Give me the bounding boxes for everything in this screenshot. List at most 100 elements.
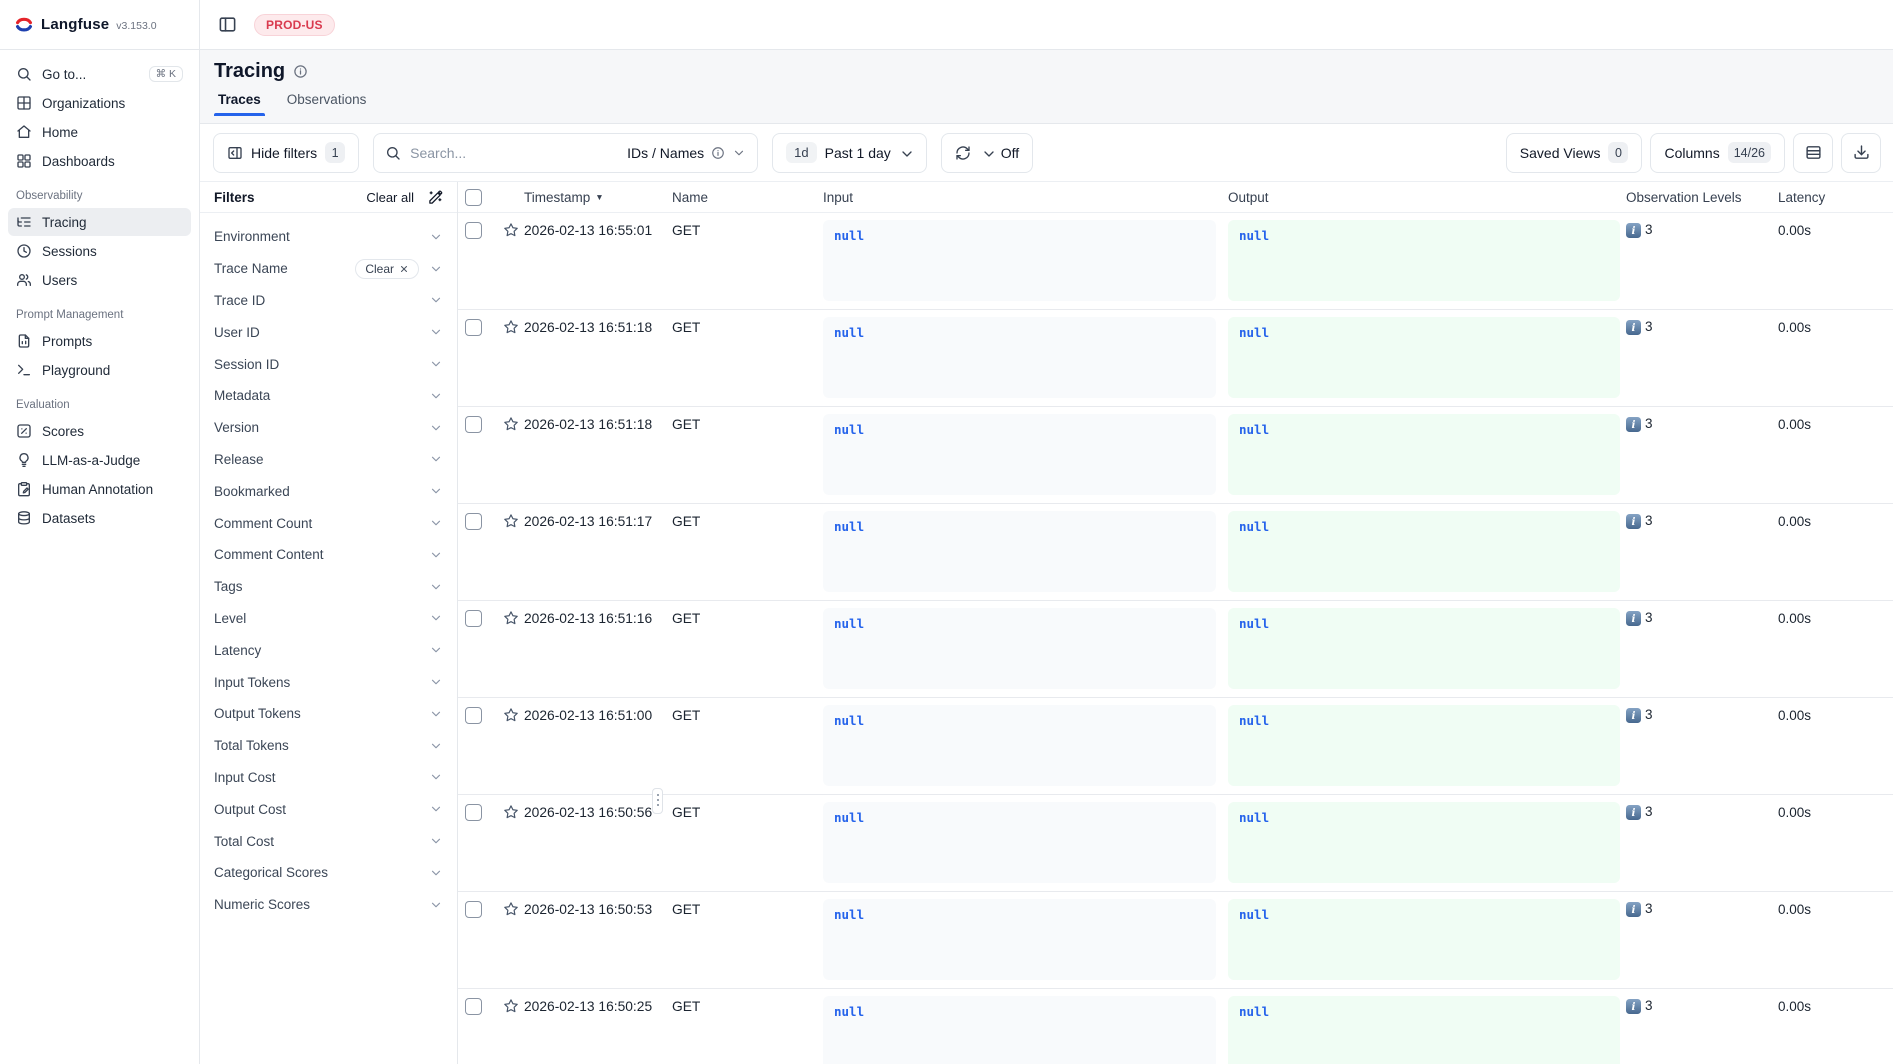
trace-input-cell[interactable]: null	[823, 899, 1216, 980]
filter-item-level[interactable]: Level	[214, 603, 443, 635]
table-row[interactable]: 2026-02-13 16:55:01 GET null null i 3 0.…	[458, 213, 1893, 310]
filter-item-tags[interactable]: Tags	[214, 571, 443, 603]
table-row[interactable]: 2026-02-13 16:51:00 GET null null i 3 0.…	[458, 698, 1893, 795]
bookmark-star-icon[interactable]	[503, 319, 519, 335]
refresh-button[interactable]: Off	[941, 133, 1033, 173]
trace-input-cell[interactable]: null	[823, 220, 1216, 301]
column-header-input[interactable]: Input	[816, 190, 1222, 205]
filter-item-categorical-scores[interactable]: Categorical Scores	[214, 857, 443, 889]
select-all-checkbox[interactable]	[465, 189, 482, 206]
hide-filters-button[interactable]: Hide filters 1	[213, 133, 359, 173]
trace-input-cell[interactable]: null	[823, 705, 1216, 786]
table-row[interactable]: 2026-02-13 16:50:56 GET null null i 3 0.…	[458, 795, 1893, 892]
bookmark-star-icon[interactable]	[503, 998, 519, 1014]
column-header-output[interactable]: Output	[1222, 190, 1626, 205]
bookmark-star-icon[interactable]	[503, 610, 519, 626]
filter-item-bookmarked[interactable]: Bookmarked	[214, 475, 443, 507]
trace-output-cell[interactable]: null	[1228, 220, 1620, 301]
filter-item-comment-content[interactable]: Comment Content	[214, 539, 443, 571]
trace-input-cell[interactable]: null	[823, 802, 1216, 883]
sidebar-item-llm-as-a-judge[interactable]: LLM-as-a-Judge	[8, 446, 191, 474]
table-row[interactable]: 2026-02-13 16:50:53 GET null null i 3 0.…	[458, 892, 1893, 989]
sidebar-toggle-button[interactable]	[214, 12, 240, 38]
filter-item-metadata[interactable]: Metadata	[214, 380, 443, 412]
wand-icon[interactable]	[428, 190, 443, 205]
trace-output-cell[interactable]: null	[1228, 705, 1620, 786]
bookmark-star-icon[interactable]	[503, 804, 519, 820]
sidebar-item-home[interactable]: Home	[8, 118, 191, 146]
trace-output-cell[interactable]: null	[1228, 414, 1620, 495]
trace-output-cell[interactable]: null	[1228, 996, 1620, 1064]
bookmark-star-icon[interactable]	[503, 707, 519, 723]
filter-item-total-tokens[interactable]: Total Tokens	[214, 730, 443, 762]
trace-input-cell[interactable]: null	[823, 608, 1216, 689]
table-row[interactable]: 2026-02-13 16:51:18 GET null null i 3 0.…	[458, 407, 1893, 504]
sidebar-item-tracing[interactable]: Tracing	[8, 208, 191, 236]
filter-item-session-id[interactable]: Session ID	[214, 348, 443, 380]
filter-item-trace-name[interactable]: Trace Name Clear	[214, 253, 443, 285]
filter-item-latency[interactable]: Latency	[214, 634, 443, 666]
sidebar-item-organizations[interactable]: Organizations	[8, 89, 191, 117]
trace-output-cell[interactable]: null	[1228, 899, 1620, 980]
row-checkbox[interactable]	[465, 901, 482, 918]
trace-output-cell[interactable]: null	[1228, 511, 1620, 592]
date-range-button[interactable]: 1d Past 1 day	[772, 133, 927, 173]
row-checkbox[interactable]	[465, 998, 482, 1015]
environment-badge[interactable]: PROD-US	[254, 14, 335, 36]
row-checkbox[interactable]	[465, 610, 482, 627]
trace-input-cell[interactable]: null	[823, 511, 1216, 592]
info-icon[interactable]	[293, 64, 308, 79]
search-scope-select[interactable]: IDs / Names	[627, 145, 746, 161]
columns-button[interactable]: Columns 14/26	[1650, 133, 1785, 173]
trace-input-cell[interactable]: null	[823, 414, 1216, 495]
bookmark-star-icon[interactable]	[503, 901, 519, 917]
column-header-latency[interactable]: Latency	[1778, 190, 1893, 205]
filter-item-input-cost[interactable]: Input Cost	[214, 762, 443, 794]
table-row[interactable]: 2026-02-13 16:51:18 GET null null i 3 0.…	[458, 310, 1893, 407]
filter-item-release[interactable]: Release	[214, 444, 443, 476]
tab-traces[interactable]: Traces	[218, 92, 261, 115]
sidebar-item-playground[interactable]: Playground	[8, 356, 191, 384]
sidebar-item-users[interactable]: Users	[8, 266, 191, 294]
column-header-name[interactable]: Name	[672, 190, 816, 205]
row-checkbox[interactable]	[465, 222, 482, 239]
row-checkbox[interactable]	[465, 319, 482, 336]
filter-item-environment[interactable]: Environment	[214, 221, 443, 253]
search-input[interactable]	[410, 145, 618, 161]
bookmark-star-icon[interactable]	[503, 416, 519, 432]
trace-output-cell[interactable]: null	[1228, 317, 1620, 398]
column-header-observation-levels[interactable]: Observation Levels	[1626, 190, 1778, 205]
bookmark-star-icon[interactable]	[503, 222, 519, 238]
filter-item-numeric-scores[interactable]: Numeric Scores	[214, 889, 443, 921]
sidebar-item-scores[interactable]: Scores	[8, 417, 191, 445]
filter-item-total-cost[interactable]: Total Cost	[214, 825, 443, 857]
filter-item-comment-count[interactable]: Comment Count	[214, 507, 443, 539]
table-row[interactable]: 2026-02-13 16:50:25 GET null null i 3 0.…	[458, 989, 1893, 1064]
clear-all-filters-button[interactable]: Clear all	[366, 190, 414, 205]
filter-item-output-cost[interactable]: Output Cost	[214, 793, 443, 825]
sidebar-item-sessions[interactable]: Sessions	[8, 237, 191, 265]
bookmark-star-icon[interactable]	[503, 513, 519, 529]
row-checkbox[interactable]	[465, 804, 482, 821]
table-row[interactable]: 2026-02-13 16:51:17 GET null null i 3 0.…	[458, 504, 1893, 601]
tab-observations[interactable]: Observations	[287, 92, 367, 115]
sidebar-item-prompts[interactable]: Prompts	[8, 327, 191, 355]
row-checkbox[interactable]	[465, 707, 482, 724]
export-button[interactable]	[1841, 133, 1881, 173]
filter-item-trace-id[interactable]: Trace ID	[214, 285, 443, 317]
filter-item-output-tokens[interactable]: Output Tokens	[214, 698, 443, 730]
filter-item-input-tokens[interactable]: Input Tokens	[214, 666, 443, 698]
filter-item-user-id[interactable]: User ID	[214, 316, 443, 348]
trace-output-cell[interactable]: null	[1228, 608, 1620, 689]
clear-filter-chip[interactable]: Clear	[355, 259, 419, 279]
column-header-timestamp[interactable]: Timestamp ▼	[524, 190, 672, 205]
panel-resize-handle[interactable]	[652, 788, 663, 814]
trace-output-cell[interactable]: null	[1228, 802, 1620, 883]
row-checkbox[interactable]	[465, 416, 482, 433]
trace-input-cell[interactable]: null	[823, 317, 1216, 398]
sidebar-item-goto[interactable]: Go to... ⌘ K	[8, 60, 191, 88]
sidebar-item-human-annotation[interactable]: Human Annotation	[8, 475, 191, 503]
sidebar-item-dashboards[interactable]: Dashboards	[8, 147, 191, 175]
trace-input-cell[interactable]: null	[823, 996, 1216, 1064]
row-height-button[interactable]	[1793, 133, 1833, 173]
